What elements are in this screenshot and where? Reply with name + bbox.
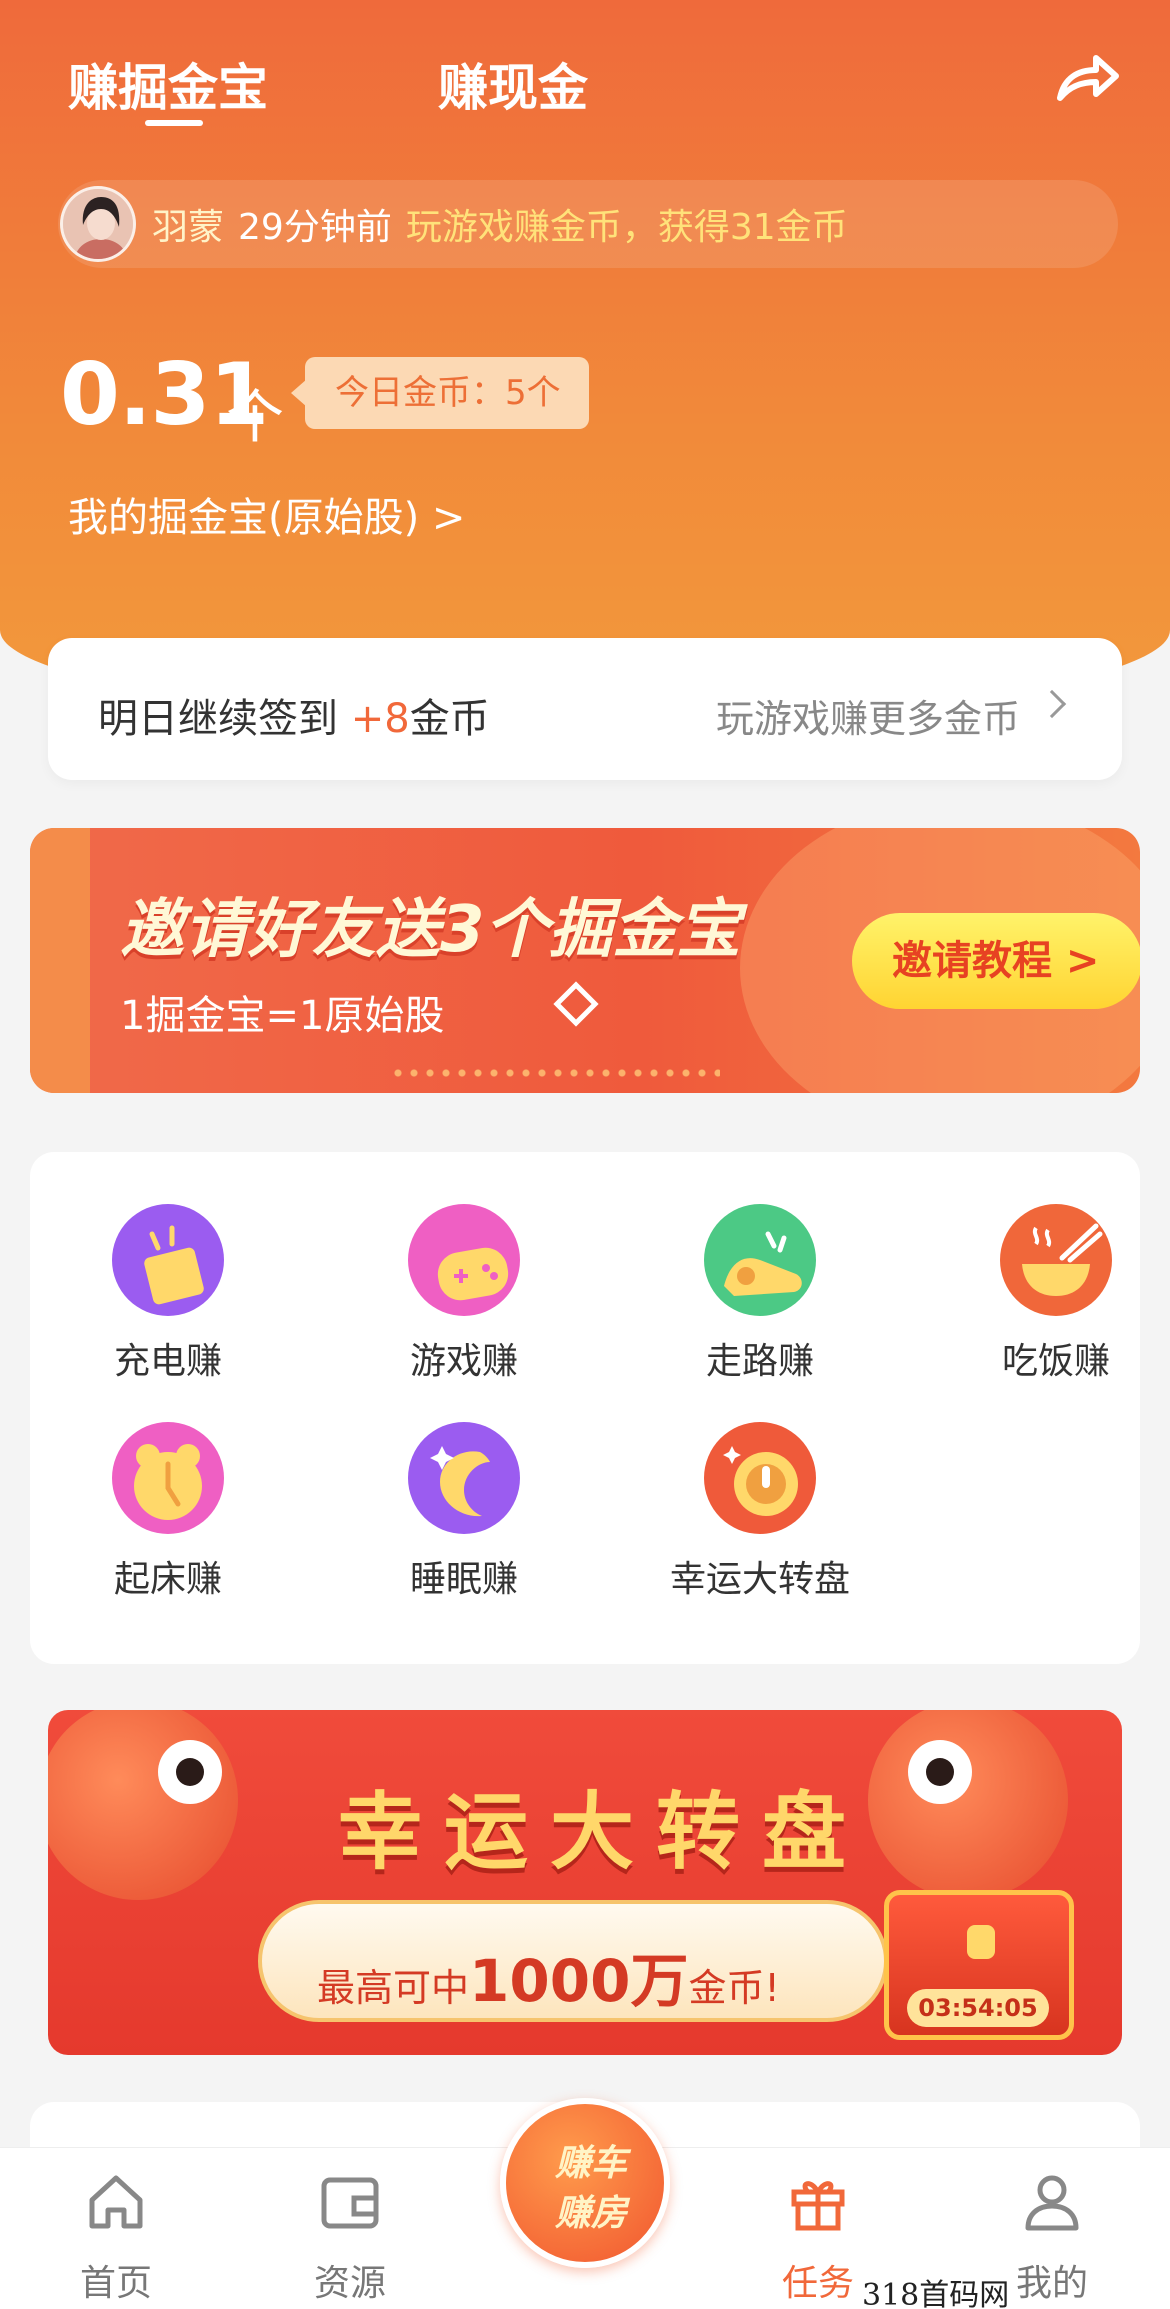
task-label: 吃饭赚 bbox=[1001, 1341, 1110, 1382]
alarm-clock-icon bbox=[112, 1422, 224, 1534]
lucky-wheel-banner[interactable]: 幸运大转盘 最高可中1000万金币! 03:54:05 bbox=[48, 1710, 1122, 2055]
task-game[interactable]: 游戏赚 bbox=[354, 1204, 574, 1384]
tab-label: 资源 bbox=[313, 2263, 386, 2304]
today-coins-badge: 今日金币：5个 bbox=[291, 357, 589, 429]
ticker-user-name: 羽蒙 bbox=[152, 207, 225, 248]
task-label: 睡眠赚 bbox=[409, 1559, 518, 1600]
tab-earn-cash[interactable]: 赚现金 bbox=[438, 48, 588, 120]
signin-reward-text: 明日继续签到 +8金币 bbox=[98, 696, 490, 742]
tab-active-indicator bbox=[145, 120, 203, 126]
prize-suffix: 金币! bbox=[688, 1966, 780, 2010]
task-lucky-wheel[interactable]: 幸运大转盘 bbox=[650, 1422, 870, 1602]
task-label: 游戏赚 bbox=[409, 1341, 518, 1382]
avatar bbox=[60, 186, 136, 262]
prize-amount: 1000万 bbox=[469, 1947, 689, 2015]
ticker-time: 29分钟前 bbox=[238, 207, 392, 248]
banner-dots bbox=[390, 1068, 720, 1078]
gamepad-icon bbox=[408, 1204, 520, 1316]
tab-label: 首页 bbox=[79, 2263, 152, 2304]
task-label: 充电赚 bbox=[113, 1341, 222, 1382]
invite-tutorial-button[interactable]: 邀请教程 > bbox=[852, 913, 1140, 1009]
task-sleep[interactable]: 睡眠赚 bbox=[354, 1422, 574, 1602]
wallet-icon bbox=[321, 2177, 379, 2229]
watermark: 318首码网 www.E318.com bbox=[862, 2278, 1010, 2309]
koi-fish-decoration bbox=[868, 1710, 1068, 1900]
banner-decoration bbox=[30, 828, 90, 1093]
center-button-line1: 赚车 bbox=[554, 2143, 627, 2184]
invite-banner[interactable]: 邀请好友送3个掘金宝 1掘金宝=1原始股 邀请教程 > bbox=[30, 828, 1140, 1093]
signin-card[interactable]: 明日继续签到 +8金币 玩游戏赚更多金币 bbox=[48, 638, 1122, 780]
tab-earn-gold[interactable]: 赚掘金宝 bbox=[68, 48, 268, 120]
center-button-line2: 赚房 bbox=[554, 2193, 627, 2234]
task-label: 幸运大转盘 bbox=[669, 1559, 850, 1600]
share-arrow-icon[interactable] bbox=[1056, 50, 1120, 104]
invite-title: 邀请好友送3个掘金宝 bbox=[120, 893, 741, 967]
tab-resources[interactable]: 资源 bbox=[280, 2170, 420, 2306]
my-gold-link[interactable]: 我的掘金宝(原始股) > bbox=[68, 485, 465, 543]
countdown-timer: 03:54:05 bbox=[907, 1989, 1049, 2027]
play-games-link[interactable]: 玩游戏赚更多金币 bbox=[716, 688, 1060, 743]
treasure-chest-icon: 03:54:05 bbox=[884, 1890, 1074, 2040]
home-icon bbox=[89, 2175, 143, 2229]
koi-fish-decoration bbox=[48, 1710, 238, 1900]
ticker-action: 玩游戏赚金币，获得31金币 bbox=[405, 207, 848, 248]
diamond-icon bbox=[553, 981, 599, 1027]
charge-plug-icon bbox=[112, 1204, 224, 1316]
task-label: 走路赚 bbox=[705, 1341, 814, 1382]
gift-icon bbox=[791, 2181, 845, 2231]
task-charge[interactable]: 充电赚 bbox=[58, 1204, 278, 1384]
earn-car-house-button[interactable]: 赚车 赚房 bbox=[500, 2098, 670, 2268]
signin-plus: +8 bbox=[350, 696, 410, 742]
task-grid: 充电赚 游戏赚 走路赚 吃饭赚 起床赚 睡眠赚 幸运大转盘 bbox=[30, 1152, 1140, 1664]
lucky-wheel-icon bbox=[704, 1422, 816, 1534]
task-eat[interactable]: 吃饭赚 bbox=[946, 1204, 1166, 1384]
task-wakeup[interactable]: 起床赚 bbox=[58, 1422, 278, 1602]
activity-ticker: 羽蒙 29分钟前 玩游戏赚金币，获得31金币 bbox=[58, 180, 1118, 268]
lucky-prize-pill: 最高可中1000万金币! bbox=[258, 1900, 888, 2022]
tab-home[interactable]: 首页 bbox=[46, 2170, 186, 2306]
task-walk[interactable]: 走路赚 bbox=[650, 1204, 870, 1384]
gold-balance-unit: 个 bbox=[226, 383, 285, 451]
moon-icon bbox=[408, 1422, 520, 1534]
lucky-wheel-title: 幸运大转盘 bbox=[338, 1783, 869, 1881]
task-label: 起床赚 bbox=[113, 1559, 222, 1600]
sneaker-icon bbox=[704, 1204, 816, 1316]
prize-prefix: 最高可中 bbox=[317, 1966, 470, 2010]
user-icon bbox=[1025, 2175, 1079, 2231]
invite-subtitle: 1掘金宝=1原始股 bbox=[120, 993, 445, 1039]
rice-bowl-icon bbox=[1000, 1204, 1112, 1316]
